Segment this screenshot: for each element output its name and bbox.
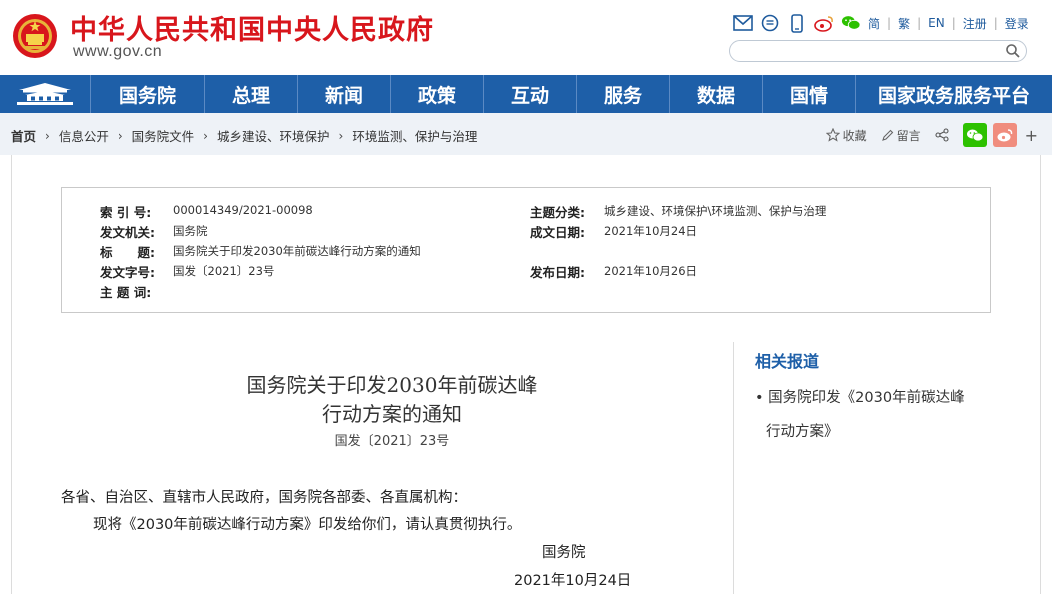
issuer-value: 国务院 — [173, 224, 208, 238]
title-label: 标 题: — [100, 245, 155, 260]
category-value: 城乡建设、环境保护\环境监测、保护与治理 — [604, 204, 827, 218]
breadcrumb-urban-environment[interactable]: 城乡建设、环境保护 — [217, 126, 330, 145]
article-salutation: 各省、自治区、直辖市人民政府，国务院各部委、各直属机构： — [61, 490, 467, 506]
published-date-value: 2021年10月26日 — [604, 264, 698, 278]
favorite-label: 收藏 — [842, 128, 867, 143]
index-no-value: 000014349/2021-00098 — [173, 203, 313, 217]
share-icon — [935, 128, 949, 142]
title-value: 国务院关于印发2030年前碳达峰行动方案的通知 — [173, 244, 421, 258]
share-wechat-icon[interactable] — [962, 123, 987, 147]
issuer-label: 发文机关: — [100, 225, 155, 240]
published-date-label: 发布日期: — [530, 265, 585, 280]
wechat-icon[interactable] — [841, 13, 861, 33]
index-no-label: 索 引 号: — [100, 205, 152, 220]
nav-home-building-icon[interactable] — [0, 75, 91, 113]
separator: | — [951, 16, 956, 30]
site-url[interactable]: www.gov.cn — [73, 43, 162, 61]
keywords-label: 主 题 词: — [100, 285, 152, 300]
more-share-button[interactable]: + — [1025, 126, 1038, 145]
main-nav: 国务院 总理 新闻 政策 互动 服务 数据 国情 国家政务服务平台 — [0, 75, 1052, 113]
weibo-icon[interactable] — [814, 13, 834, 33]
nav-item-data[interactable]: 数据 — [670, 75, 763, 113]
nav-item-services[interactable]: 服务 — [577, 75, 670, 113]
breadcrumb: 首页 › 信息公开 › 国务院文件 › 城乡建设、环境保护 › 环境监测、保护与… — [11, 126, 477, 145]
lang-english-link[interactable]: EN — [928, 16, 945, 30]
category-label: 主题分类: — [530, 205, 585, 220]
comment-label: 留言 — [896, 128, 921, 143]
site-title[interactable]: 中华人民共和国中央人民政府 — [70, 8, 434, 47]
favorite-button[interactable]: 收藏 — [825, 127, 867, 144]
message-icon[interactable] — [760, 13, 780, 33]
chevron-right-icon: › — [45, 128, 50, 143]
related-reports-title: 相关报道 — [755, 352, 820, 371]
doc-no-label: 发文字号: — [100, 265, 155, 280]
article-date: 2021年10月24日 — [514, 573, 632, 589]
breadcrumb-info-disclosure[interactable]: 信息公开 — [59, 126, 109, 145]
mobile-icon[interactable] — [787, 13, 807, 33]
lang-traditional-link[interactable]: 繁 — [898, 15, 910, 32]
nav-item-news[interactable]: 新闻 — [298, 75, 391, 113]
chevron-right-icon: › — [338, 128, 344, 143]
register-link[interactable]: 注册 — [963, 15, 987, 32]
pencil-icon — [881, 129, 893, 141]
chevron-right-icon: › — [203, 128, 208, 143]
breadcrumb-environment-monitoring[interactable]: 环境监测、保护与治理 — [352, 126, 477, 145]
nav-item-service-platform[interactable]: 国家政务服务平台 — [856, 75, 1052, 113]
related-report-line-1: • 国务院印发《2030年前碳达峰 — [755, 390, 965, 406]
comment-button[interactable]: 留言 — [881, 127, 921, 144]
search-icon[interactable] — [1005, 43, 1021, 59]
article-title-line-2: 行动方案的通知 — [322, 402, 462, 426]
article-title: 国务院关于印发2030年前碳达峰 行动方案的通知 — [132, 371, 652, 429]
share-button[interactable] — [935, 128, 949, 142]
search-input[interactable] — [740, 43, 995, 59]
chevron-right-icon: › — [117, 128, 123, 143]
separator: | — [993, 16, 998, 30]
column-divider — [733, 342, 734, 594]
site-header: 中华人民共和国中央人民政府 www.gov.cn 简 | 繁 | EN | 注册… — [0, 0, 1052, 75]
separator: | — [917, 16, 922, 30]
login-link[interactable]: 登录 — [1005, 15, 1029, 32]
article-body: 现将《2030年前碳达峰行动方案》印发给你们，请认真贯彻执行。 — [93, 517, 522, 533]
nav-item-china-profile[interactable]: 国情 — [763, 75, 856, 113]
document-info-table: 索 引 号: 000014349/2021-00098 发文机关: 国务院 标 … — [61, 187, 991, 313]
related-report-link[interactable]: • 国务院印发《2030年前碳达峰 行动方案》 — [755, 381, 995, 449]
nav-item-interaction[interactable]: 互动 — [484, 75, 577, 113]
mail-icon[interactable] — [733, 13, 753, 33]
star-icon — [825, 128, 840, 142]
article-title-line-1: 国务院关于印发2030年前碳达峰 — [246, 373, 538, 397]
nav-item-premier[interactable]: 总理 — [205, 75, 298, 113]
share-toolbar: 收藏 留言 + — [825, 123, 1038, 147]
breadcrumb-home[interactable]: 首页 — [11, 126, 36, 145]
share-weibo-icon[interactable] — [992, 123, 1017, 147]
doc-no-value: 国发〔2021〕23号 — [173, 264, 275, 278]
nav-item-policies[interactable]: 政策 — [391, 75, 484, 113]
header-tools: 简 | 繁 | EN | 注册 | 登录 — [733, 12, 1029, 34]
article-doc-number: 国发〔2021〕23号 — [334, 434, 450, 449]
separator: | — [887, 16, 892, 30]
article-signature: 国务院 — [542, 545, 586, 561]
breadcrumb-bar: 首页 › 信息公开 › 国务院文件 › 城乡建设、环境保护 › 环境监测、保护与… — [0, 113, 1052, 155]
lang-simplified-link[interactable]: 简 — [868, 15, 880, 32]
breadcrumb-state-council-docs[interactable]: 国务院文件 — [132, 126, 195, 145]
content-area: 索 引 号: 000014349/2021-00098 发文机关: 国务院 标 … — [11, 155, 1041, 594]
search-box — [729, 40, 1027, 62]
written-date-label: 成文日期: — [530, 225, 585, 240]
nav-item-state-council[interactable]: 国务院 — [91, 75, 205, 113]
national-emblem-icon[interactable] — [12, 12, 58, 60]
related-report-line-2: 行动方案》 — [766, 424, 839, 440]
written-date-value: 2021年10月24日 — [604, 224, 698, 238]
